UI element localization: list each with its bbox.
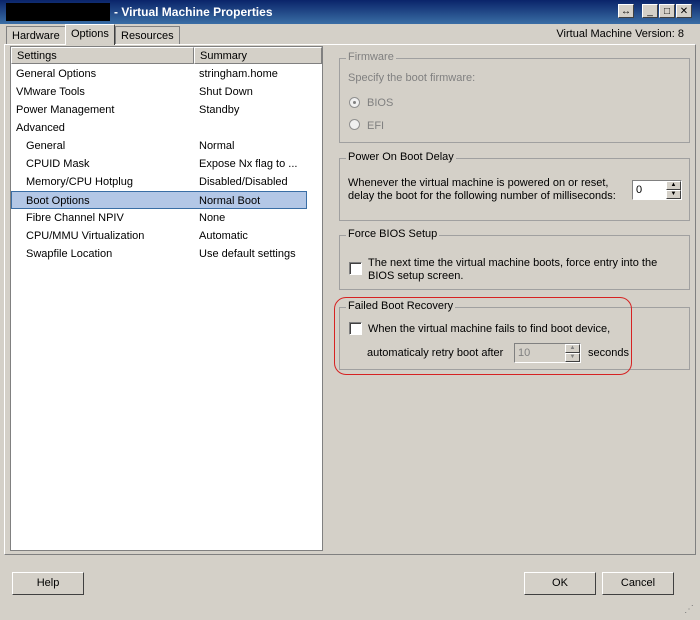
failed-boot-text-2: automaticaly retry boot after [367, 347, 504, 359]
failed-boot-legend: Failed Boot Recovery [346, 300, 456, 312]
title-bar: - Virtual Machine Properties ↔ _ □ ✕ [0, 0, 700, 24]
boot-delay-text-2: delay the boot for the following number … [348, 190, 616, 202]
boot-delay-legend: Power On Boot Delay [346, 151, 456, 163]
list-item-selected[interactable]: Boot Options Normal Boot [11, 191, 307, 209]
failed-boot-checkbox[interactable] [349, 322, 362, 335]
tab-options[interactable]: Options [65, 24, 115, 45]
redacted-vm-name [6, 3, 110, 21]
efi-label: EFI [367, 120, 385, 132]
vm-version-label: Virtual Machine Version: 8 [556, 28, 684, 40]
resize-grip-icon[interactable]: ⋰ [684, 604, 694, 615]
retry-seconds-stepper[interactable]: 10 ▲ ▼ [514, 343, 581, 363]
boot-delay-value: 0 [636, 184, 643, 196]
failed-boot-text-1: When the virtual machine fails to find b… [368, 323, 611, 335]
cancel-button[interactable]: Cancel [602, 572, 674, 595]
list-item[interactable]: Power Management Standby [11, 101, 307, 119]
minimize-button[interactable]: _ [642, 4, 658, 18]
tab-resources[interactable]: Resources [115, 26, 180, 44]
column-header-settings[interactable]: Settings [11, 47, 194, 64]
window-title: - Virtual Machine Properties [114, 5, 273, 19]
list-item[interactable]: Memory/CPU Hotplug Disabled/Disabled [11, 173, 307, 191]
force-bios-legend: Force BIOS Setup [346, 228, 440, 240]
force-bios-text-1: The next time the virtual machine boots,… [368, 257, 658, 269]
list-item[interactable]: General Normal [11, 137, 307, 155]
efi-radio[interactable] [349, 119, 360, 130]
ok-button[interactable]: OK [524, 572, 596, 595]
boot-delay-stepper[interactable]: 0 ▲ ▼ [632, 180, 682, 200]
stepper-up-icon[interactable]: ▲ [565, 344, 580, 353]
stepper-up-icon[interactable]: ▲ [666, 181, 681, 190]
force-bios-checkbox[interactable] [349, 262, 362, 275]
list-item[interactable]: Advanced [11, 119, 307, 137]
retry-seconds-value: 10 [518, 347, 531, 359]
firmware-prompt: Specify the boot firmware: [348, 72, 476, 84]
maximize-button[interactable]: □ [659, 4, 675, 18]
settings-list[interactable]: Settings Summary General Options stringha… [10, 46, 323, 551]
seconds-label: seconds [588, 347, 629, 359]
list-item[interactable]: CPUID Mask Expose Nx flag to ... [11, 155, 307, 173]
list-item[interactable]: CPU/MMU Virtualization Automatic [11, 227, 307, 245]
stepper-down-icon[interactable]: ▼ [666, 190, 681, 199]
bios-radio[interactable] [349, 97, 360, 108]
force-bios-text-2: BIOS setup screen. [368, 270, 464, 282]
list-item[interactable]: General Options stringham.home [11, 65, 307, 83]
boot-delay-text-1: Whenever the virtual machine is powered … [348, 177, 609, 189]
bios-label: BIOS [367, 97, 394, 109]
help-button[interactable]: Help [12, 572, 84, 595]
resize-arrows-icon[interactable]: ↔ [618, 4, 634, 18]
close-button[interactable]: ✕ [676, 4, 692, 18]
list-item[interactable]: Fibre Channel NPIV None [11, 209, 307, 227]
firmware-legend: Firmware [346, 51, 396, 63]
tab-hardware[interactable]: Hardware [6, 26, 66, 44]
stepper-down-icon[interactable]: ▼ [565, 353, 580, 362]
list-item[interactable]: Swapfile Location Use default settings [11, 245, 307, 263]
list-item[interactable]: VMware Tools Shut Down [11, 83, 307, 101]
column-header-summary[interactable]: Summary [194, 47, 322, 64]
